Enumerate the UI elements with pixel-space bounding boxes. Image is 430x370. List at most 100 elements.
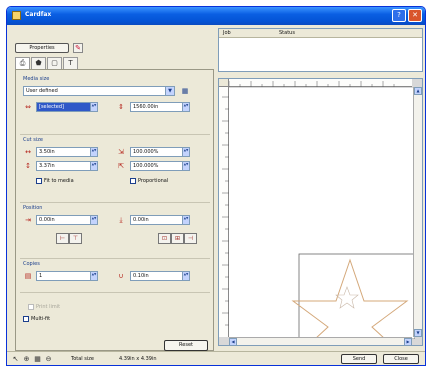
- ruler-corner: [219, 79, 229, 87]
- vertical-scrollbar[interactable]: ▲ ▼: [413, 87, 422, 337]
- cut-height-value: 3.37in: [39, 163, 55, 169]
- scale-height-icon: ⇱: [118, 162, 124, 170]
- multi-fit-checkbox[interactable]: Multi-fit: [23, 315, 50, 323]
- settings-panel: Media size User defined ▼ ▦ ⇔ [selected]…: [15, 69, 214, 351]
- status-bar: ↖ ⊕ ▦ ⊖ Total size 4.39in x 4.39in Send …: [7, 351, 425, 365]
- cut-height-percent-field[interactable]: 100.000% ▲▼: [130, 161, 190, 171]
- chevron-down-icon[interactable]: ▼: [165, 87, 174, 95]
- title-bar[interactable]: Cardfax ? ✕: [7, 7, 425, 25]
- marker-icon[interactable]: ✎: [73, 43, 83, 53]
- right-area: Job Status ▲ ▼ ◀ ▶: [218, 28, 423, 346]
- align-up-button[interactable]: ⊤: [69, 233, 82, 244]
- scroll-down-icon[interactable]: ▼: [414, 329, 422, 337]
- spin-arrows-icon[interactable]: ▲▼: [90, 103, 97, 111]
- align-middle-button[interactable]: ⊞: [171, 233, 184, 244]
- media-size-value: User defined: [26, 88, 58, 94]
- horizontal-scrollbar[interactable]: ◀ ▶: [229, 337, 412, 346]
- cut-height-percent-value: 100.000%: [133, 163, 159, 169]
- x-position-value: 0.00in: [39, 217, 55, 223]
- y-position-icon: ⤓: [119, 216, 123, 224]
- spin-arrows-icon[interactable]: ▲▼: [90, 272, 97, 280]
- copies-count-value: 1: [39, 273, 43, 279]
- spin-arrows-icon[interactable]: ▲▼: [182, 216, 189, 224]
- spin-arrows-icon[interactable]: ▲▼: [182, 103, 189, 111]
- pointer-tool-icon[interactable]: ↖: [11, 355, 20, 364]
- send-button[interactable]: Send: [341, 354, 377, 364]
- media-size-select[interactable]: User defined ▼: [23, 86, 175, 96]
- position-label: Position: [23, 205, 43, 211]
- spin-arrows-icon[interactable]: ▲▼: [182, 162, 189, 170]
- fit-to-media-label: Fit to media: [44, 178, 74, 184]
- position-section: Position ⇥ 0.00in ▲▼ ⤓ 0.00in ▲▼ ⊢ ⊤ ⊡ ⊞…: [20, 202, 210, 254]
- checkbox-icon: [28, 304, 34, 310]
- scale-width-icon: ⇲: [118, 148, 124, 156]
- zoom-out-icon[interactable]: ⊖: [44, 355, 53, 364]
- spin-arrows-icon[interactable]: ▲▼: [90, 148, 97, 156]
- zoom-fit-icon[interactable]: ▦: [33, 355, 42, 364]
- proportional-checkbox[interactable]: Proportional: [130, 177, 168, 185]
- spacing-icon: ∪: [118, 272, 124, 280]
- spin-arrows-icon[interactable]: ▲▼: [90, 216, 97, 224]
- job-list[interactable]: Job Status: [218, 28, 423, 72]
- cut-width-percent-value: 100.000%: [133, 149, 159, 155]
- star-artwork[interactable]: [229, 88, 416, 340]
- align-center-button[interactable]: ⊡: [158, 233, 171, 244]
- media-width-value: [selected]: [39, 104, 65, 110]
- app-window: Cardfax ? ✕ Properties ✎ ⎙ ⬟ ▢ T Media s…: [6, 6, 426, 366]
- copies-spacing-field[interactable]: 0.10in ▲▼: [130, 271, 190, 281]
- copies-label: Copies: [23, 261, 40, 267]
- reset-button[interactable]: Reset: [164, 340, 208, 351]
- cut-width-field[interactable]: 3.50in ▲▼: [36, 147, 98, 157]
- outer-star-shape: [291, 258, 409, 340]
- status-column-header[interactable]: Status: [279, 30, 295, 36]
- preview-page[interactable]: [229, 88, 416, 340]
- properties-button[interactable]: Properties: [15, 43, 69, 53]
- align-right-button[interactable]: ⊣: [184, 233, 197, 244]
- ruler-ticks-vertical: [222, 96, 229, 326]
- align-left-button[interactable]: ⊢: [56, 233, 69, 244]
- help-button[interactable]: ?: [392, 9, 406, 22]
- zoom-in-icon[interactable]: ⊕: [22, 355, 31, 364]
- media-settings-icon[interactable]: ▦: [180, 86, 190, 96]
- scroll-up-icon[interactable]: ▲: [414, 87, 422, 95]
- cut-height-field[interactable]: 3.37in ▲▼: [36, 161, 98, 171]
- cut-width-percent-field[interactable]: 100.000% ▲▼: [130, 147, 190, 157]
- spin-arrows-icon[interactable]: ▲▼: [182, 148, 189, 156]
- multi-fit-label: Multi-fit: [31, 316, 51, 322]
- y-position-value: 0.00in: [133, 217, 149, 223]
- total-size-value: 4.39in x 4.39in: [119, 356, 157, 362]
- close-button[interactable]: Close: [383, 354, 419, 364]
- checkbox-icon: [23, 316, 29, 322]
- cut-width-value: 3.50in: [39, 149, 55, 155]
- print-limit-checkbox[interactable]: Print limit: [28, 303, 60, 311]
- job-column-header[interactable]: Job: [223, 30, 231, 36]
- y-position-field[interactable]: 0.00in ▲▼: [130, 215, 190, 225]
- print-limit-label: Print limit: [36, 304, 61, 310]
- horizontal-ruler: [228, 79, 412, 87]
- x-position-field[interactable]: 0.00in ▲▼: [36, 215, 98, 225]
- height-icon: ⇕: [118, 103, 124, 111]
- app-icon: [12, 11, 21, 20]
- spin-arrows-icon[interactable]: ▲▼: [90, 162, 97, 170]
- print-preview[interactable]: ▲ ▼ ◀ ▶: [218, 78, 423, 346]
- scroll-right-icon[interactable]: ▶: [404, 338, 412, 346]
- copies-count-field[interactable]: 1 ▲▼: [36, 271, 98, 281]
- media-height-field[interactable]: 1560.00in ▲▼: [130, 102, 190, 112]
- cut-size-label: Cut size: [23, 137, 43, 143]
- media-width-field[interactable]: [selected] ▲▼: [36, 102, 98, 112]
- proportional-label: Proportional: [138, 178, 169, 184]
- total-size-label: Total size: [71, 356, 94, 362]
- fit-to-media-checkbox[interactable]: Fit to media: [36, 177, 74, 185]
- close-window-button[interactable]: ✕: [408, 9, 422, 22]
- job-list-header: Job Status: [219, 29, 422, 38]
- cut-width-icon: ↔: [25, 148, 31, 156]
- cut-height-icon: ↕: [25, 162, 31, 170]
- spin-arrows-icon[interactable]: ▲▼: [182, 272, 189, 280]
- x-position-icon: ⇥: [25, 216, 31, 224]
- width-icon: ⇔: [25, 103, 31, 111]
- checkbox-icon: [36, 178, 42, 184]
- ruler-ticks-horizontal: [228, 81, 395, 87]
- scroll-left-icon[interactable]: ◀: [229, 338, 237, 346]
- cut-area-outline: [298, 253, 416, 340]
- copies-spacing-value: 0.10in: [133, 273, 149, 279]
